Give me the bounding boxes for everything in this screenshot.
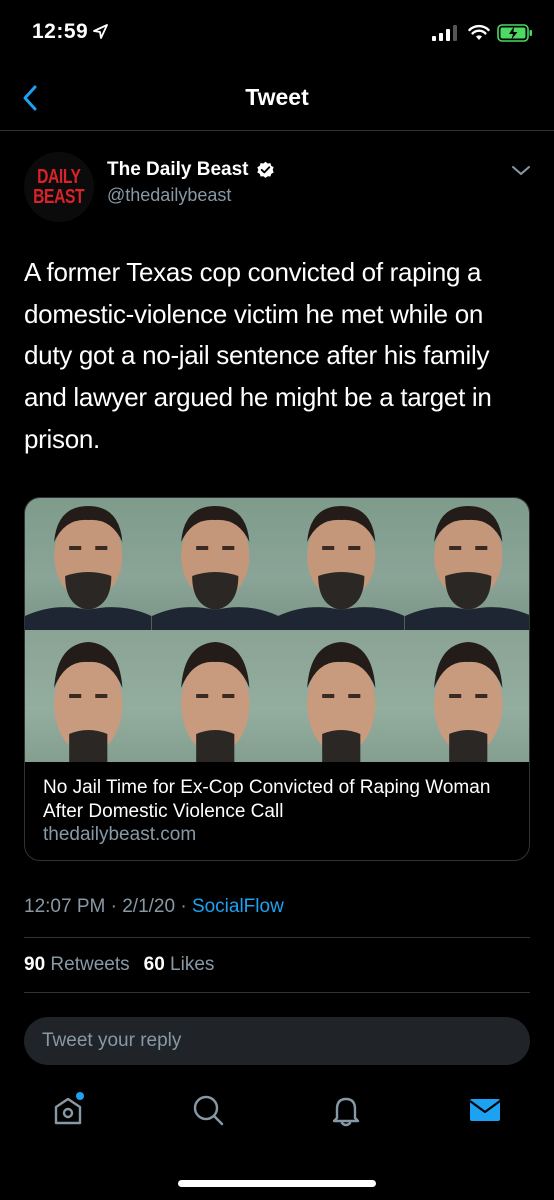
tweet-time: 12:07 PM <box>24 896 106 917</box>
divider <box>24 992 530 993</box>
reply-input[interactable]: Tweet your reply <box>24 1017 530 1065</box>
unread-dot <box>76 1092 84 1100</box>
author-handle[interactable]: @thedailybeast <box>107 185 231 206</box>
tweet-source-link[interactable]: SocialFlow <box>192 896 284 917</box>
chevron-down-icon[interactable] <box>510 163 532 179</box>
meta-separator: · <box>180 896 187 917</box>
author-name: The Daily Beast <box>107 159 249 180</box>
home-indicator <box>178 1180 376 1187</box>
mugshot-image <box>151 630 278 762</box>
status-time: 12:59 <box>32 20 89 43</box>
avatar[interactable]: DAILY BEAST <box>24 152 94 222</box>
retweets-count: 90 <box>24 954 46 975</box>
card-domain: thedailybeast.com <box>43 824 197 845</box>
likes-stat[interactable]: 60 Likes <box>144 954 215 976</box>
likes-label: Likes <box>170 954 215 975</box>
battery-charging-icon <box>497 24 532 42</box>
verified-badge-icon <box>256 161 274 178</box>
mugshot-image <box>278 498 405 630</box>
tweet-stats: 90 Retweets 60 Likes <box>24 954 214 976</box>
mugshot-image <box>278 630 405 762</box>
avatar-logo-line1: DAILY <box>37 166 81 188</box>
reply-placeholder: Tweet your reply <box>42 1030 182 1051</box>
tweet-date: 2/1/20 <box>122 896 176 917</box>
tweet-text: A former Texas cop convicted of raping a… <box>24 257 492 454</box>
author-name-row[interactable]: The Daily Beast <box>107 159 275 181</box>
wifi-icon <box>468 24 490 40</box>
meta-separator: · <box>110 896 117 917</box>
bell-icon <box>332 1097 360 1127</box>
card-title: No Jail Time for Ex-Cop Convicted of Rap… <box>43 777 491 822</box>
tab-messages[interactable] <box>467 1092 503 1128</box>
cellular-signal-icon <box>432 25 457 41</box>
retweets-label: Retweets <box>50 954 130 975</box>
location-arrow-icon <box>93 24 108 39</box>
search-icon <box>193 1095 224 1126</box>
page-title: Tweet <box>245 84 309 110</box>
mugshot-image <box>404 498 529 630</box>
divider <box>24 937 530 938</box>
mugshot-image <box>25 630 152 762</box>
mugshot-image <box>25 498 152 630</box>
status-bar: 12:59 <box>0 0 554 70</box>
mail-icon <box>469 1099 501 1121</box>
mugshot-image <box>151 498 278 630</box>
home-icon <box>54 1092 84 1125</box>
link-card[interactable]: No Jail Time for Ex-Cop Convicted of Rap… <box>24 497 530 861</box>
tweet-meta: 12:07 PM · 2/1/20 · SocialFlow <box>24 896 284 918</box>
tab-notifications[interactable] <box>328 1092 364 1128</box>
card-image-mugshots <box>25 498 529 762</box>
avatar-logo-line2: BEAST <box>33 186 85 208</box>
retweets-stat[interactable]: 90 Retweets <box>24 954 130 976</box>
nav-header: Tweet <box>0 70 554 131</box>
likes-count: 60 <box>143 954 165 975</box>
tab-home[interactable] <box>50 1092 86 1128</box>
tab-search[interactable] <box>190 1092 226 1128</box>
mugshot-image <box>404 630 529 762</box>
